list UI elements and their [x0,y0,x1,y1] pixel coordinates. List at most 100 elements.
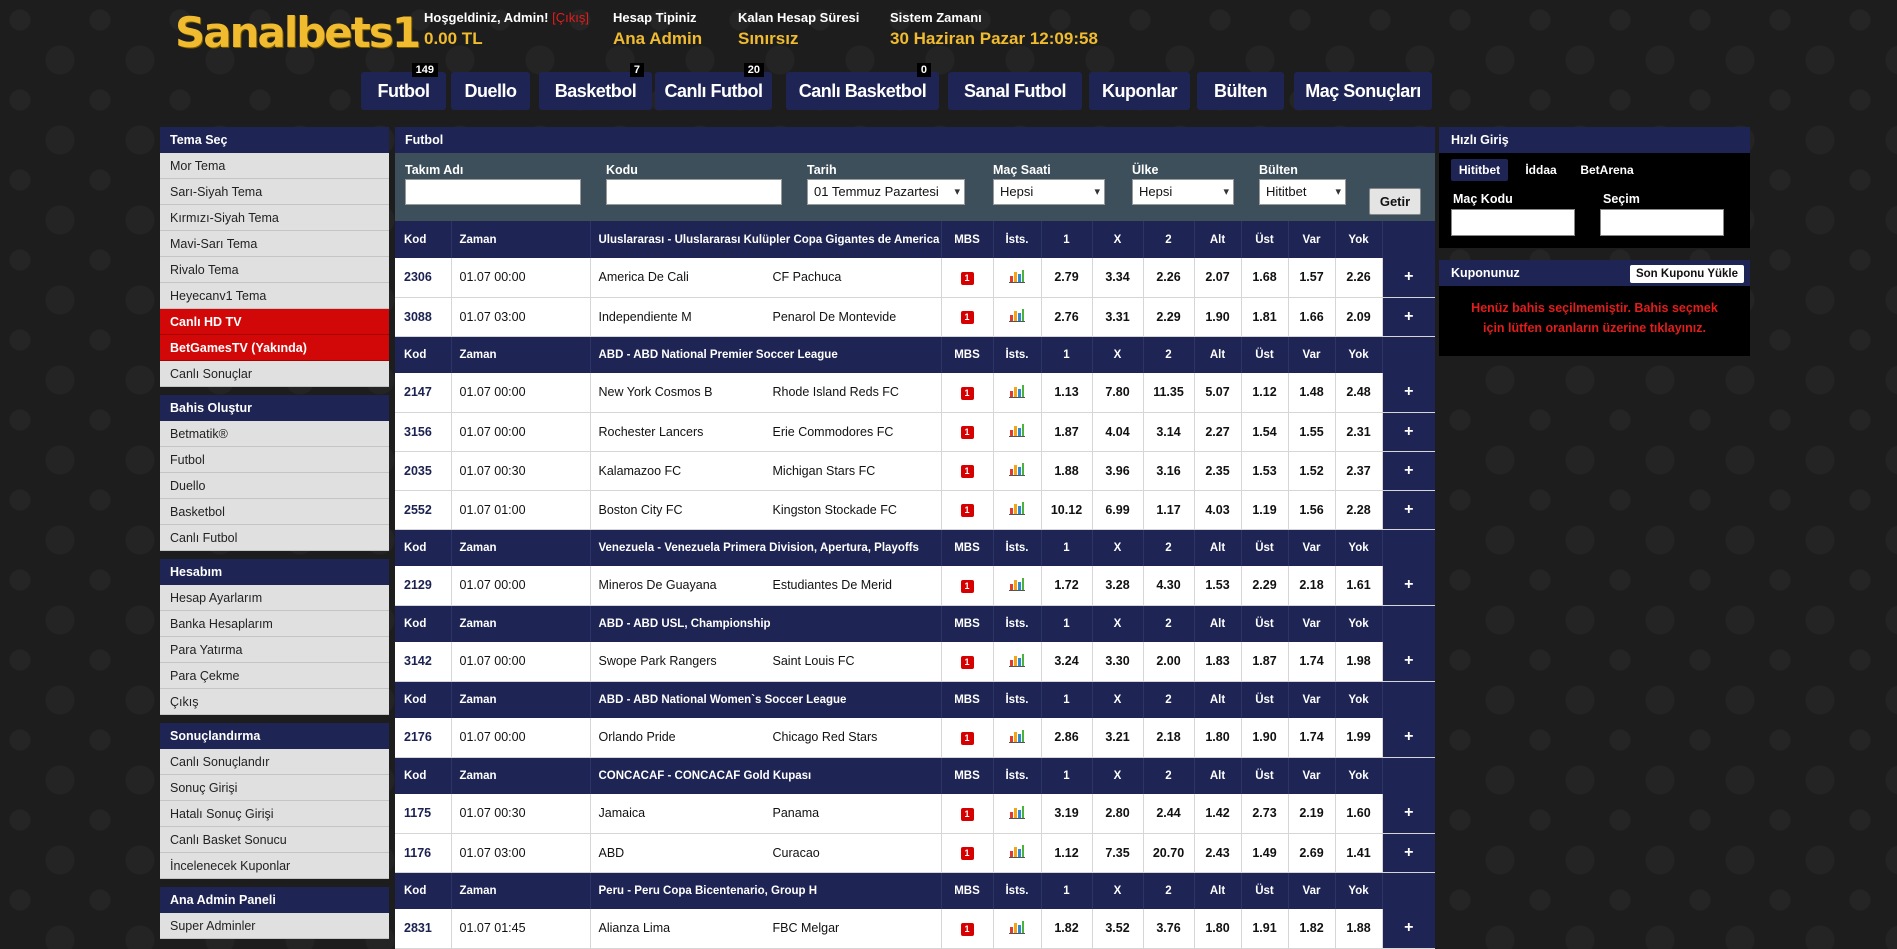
odd-ox[interactable]: 7.80 [1092,373,1144,413]
brand-logo[interactable]: Sanalbets1 [175,8,421,57]
odd-alt[interactable]: 2.07 [1194,258,1242,298]
add-more-button[interactable]: + [1382,373,1435,413]
odd-o1[interactable]: 1.82 [1041,909,1093,949]
odd-o2[interactable]: 3.14 [1143,412,1195,452]
odd-o2[interactable]: 1.17 [1143,490,1195,530]
date-select[interactable]: 01 Temmuz Pazartesi ▾ [807,179,965,205]
sidebar-item[interactable]: Banka Hesaplarım [160,611,389,637]
odd-var[interactable]: 2.19 [1288,794,1336,834]
odd-yok[interactable]: 2.26 [1335,258,1383,298]
odd-var[interactable]: 1.56 [1288,490,1336,530]
logout-link[interactable]: [Çıkış] [552,10,589,25]
bar-chart-icon[interactable] [1009,423,1025,440]
bar-chart-icon[interactable] [1009,805,1025,822]
tab-hititbet[interactable]: Hititbet [1451,159,1508,181]
sidebar-item[interactable]: Canlı HD TV [160,309,389,335]
getir-button[interactable]: Getir [1369,188,1421,215]
odd-o1[interactable]: 1.87 [1041,412,1093,452]
nav-duello[interactable]: Duello [451,72,530,110]
add-more-button[interactable]: + [1382,909,1435,949]
odd-ust[interactable]: 1.81 [1241,297,1289,337]
nav-canlı-futbol[interactable]: Canlı Futbol 20 [655,63,772,110]
odd-ox[interactable]: 2.80 [1092,794,1144,834]
odd-ox[interactable]: 6.99 [1092,490,1144,530]
odd-o1[interactable]: 10.12 [1041,490,1093,530]
odd-o1[interactable]: 1.72 [1041,566,1093,606]
sidebar-item[interactable]: Futbol [160,447,389,473]
add-more-button[interactable]: + [1382,642,1435,682]
sidebar-item[interactable]: Sarı-Siyah Tema [160,179,389,205]
odd-yok[interactable]: 1.60 [1335,794,1383,834]
add-more-button[interactable]: + [1382,794,1435,834]
odd-var[interactable]: 1.48 [1288,373,1336,413]
odd-alt[interactable]: 2.27 [1194,412,1242,452]
selection-input[interactable] [1600,209,1724,236]
odd-yok[interactable]: 2.37 [1335,451,1383,491]
odd-var[interactable]: 1.74 [1288,642,1336,682]
odd-o1[interactable]: 2.79 [1041,258,1093,298]
add-more-button[interactable]: + [1382,297,1435,337]
code-input[interactable] [606,179,782,205]
sidebar-item[interactable]: Sonuç Girişi [160,775,389,801]
odd-var[interactable]: 1.82 [1288,909,1336,949]
time-select[interactable]: Hepsi ▾ [993,179,1105,205]
nav-sanal-futbol[interactable]: Sanal Futbol [948,72,1082,110]
sidebar-item[interactable]: Hesap Ayarlarım [160,585,389,611]
odd-ox[interactable]: 7.35 [1092,833,1144,873]
odd-ust[interactable]: 1.12 [1241,373,1289,413]
odd-ust[interactable]: 1.54 [1241,412,1289,452]
sidebar-item[interactable]: Çıkış [160,689,389,715]
odd-alt[interactable]: 1.80 [1194,909,1242,949]
odd-yok[interactable]: 2.09 [1335,297,1383,337]
nav-bülten[interactable]: Bülten [1197,72,1284,110]
odd-var[interactable]: 1.74 [1288,718,1336,758]
sidebar-item[interactable]: İncelenecek Kuponlar [160,853,389,879]
odd-o1[interactable]: 2.76 [1041,297,1093,337]
odd-o2[interactable]: 2.18 [1143,718,1195,758]
nav-canlı-basketbol[interactable]: Canlı Basketbol 0 [786,63,939,110]
sidebar-item[interactable]: Betmatik® [160,421,389,447]
sidebar-item[interactable]: Hatalı Sonuç Girişi [160,801,389,827]
sidebar-item[interactable]: Para Yatırma [160,637,389,663]
odd-o1[interactable]: 3.19 [1041,794,1093,834]
bulletin-select[interactable]: Hititbet ▾ [1259,179,1346,205]
sidebar-item[interactable]: Canlı Basket Sonucu [160,827,389,853]
odd-var[interactable]: 1.55 [1288,412,1336,452]
odd-o2[interactable]: 3.16 [1143,451,1195,491]
odd-yok[interactable]: 1.88 [1335,909,1383,949]
odd-alt[interactable]: 1.83 [1194,642,1242,682]
team-input[interactable] [405,179,581,205]
sidebar-item[interactable]: Mor Tema [160,153,389,179]
odd-var[interactable]: 1.52 [1288,451,1336,491]
odd-var[interactable]: 1.66 [1288,297,1336,337]
odd-alt[interactable]: 2.35 [1194,451,1242,491]
odd-ox[interactable]: 3.21 [1092,718,1144,758]
odd-alt[interactable]: 1.80 [1194,718,1242,758]
odd-o1[interactable]: 1.12 [1041,833,1093,873]
sidebar-item[interactable]: Para Çekme [160,663,389,689]
odd-ust[interactable]: 1.87 [1241,642,1289,682]
odd-var[interactable]: 2.69 [1288,833,1336,873]
add-more-button[interactable]: + [1382,451,1435,491]
odd-o1[interactable]: 1.88 [1041,451,1093,491]
odd-yok[interactable]: 1.99 [1335,718,1383,758]
odd-ox[interactable]: 3.31 [1092,297,1144,337]
bar-chart-icon[interactable] [1009,729,1025,746]
odd-o2[interactable]: 2.26 [1143,258,1195,298]
add-more-button[interactable]: + [1382,412,1435,452]
nav-basketbol[interactable]: Basketbol 7 [539,63,652,110]
odd-alt[interactable]: 2.43 [1194,833,1242,873]
nav-maç-sonuçları[interactable]: Maç Sonuçları [1294,72,1432,110]
bar-chart-icon[interactable] [1009,577,1025,594]
sidebar-item[interactable]: Canlı Sonuçlar [160,361,389,387]
odd-o2[interactable]: 2.44 [1143,794,1195,834]
tab-iddaa[interactable]: İddaa [1519,159,1563,181]
sidebar-item[interactable]: Duello [160,473,389,499]
odd-yok[interactable]: 1.61 [1335,566,1383,606]
odd-ust[interactable]: 1.68 [1241,258,1289,298]
odd-o2[interactable]: 20.70 [1143,833,1195,873]
odd-alt[interactable]: 1.90 [1194,297,1242,337]
odd-o2[interactable]: 2.00 [1143,642,1195,682]
odd-ox[interactable]: 3.34 [1092,258,1144,298]
odd-o2[interactable]: 3.76 [1143,909,1195,949]
